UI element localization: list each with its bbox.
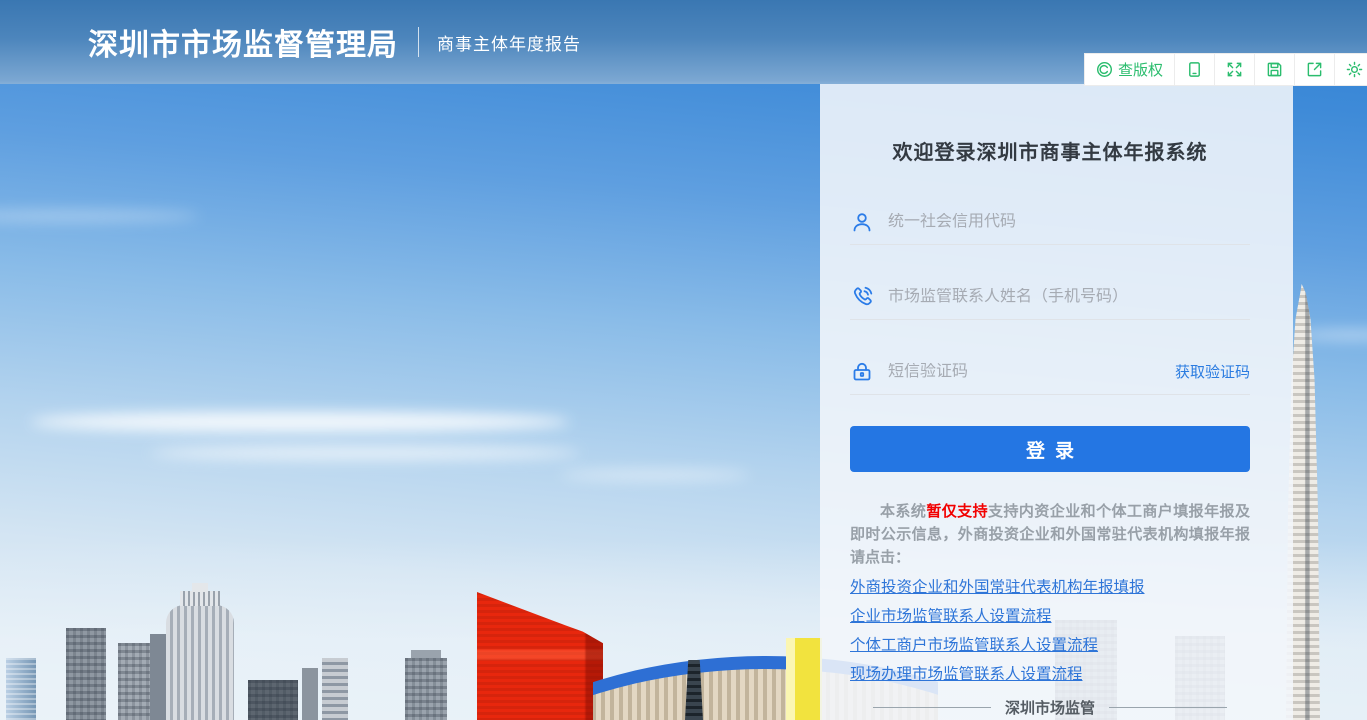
login-panel: 欢迎登录深圳市商事主体年报系统 获取验证码 xyxy=(820,84,1293,720)
fullscreen-button[interactable] xyxy=(1215,54,1255,85)
title-divider xyxy=(418,27,419,57)
cloud xyxy=(560,470,750,480)
lock-icon xyxy=(850,360,874,384)
link-enterprise-contact-setup[interactable]: 企业市场监管联系人设置流程 xyxy=(850,607,1250,627)
cloud xyxy=(0,210,200,222)
cloud xyxy=(150,446,580,460)
notice-highlight: 暂仅支持 xyxy=(926,503,988,520)
building-dark-sliver xyxy=(302,668,318,720)
accessibility-toolbar: 查版权 xyxy=(1084,53,1367,86)
building-glass-tower xyxy=(6,658,36,720)
settings-button[interactable] xyxy=(1335,54,1367,85)
notice-text: 本系统暂仅支持支持内资企业和个体工商户填报年报及即时公示信息，外商投资企业和外国… xyxy=(850,500,1250,569)
footer-divider-right xyxy=(1109,707,1227,708)
copyright-label: 查版权 xyxy=(1118,59,1163,80)
sms-code-field: 获取验证码 xyxy=(850,349,1250,395)
building-yellow-block xyxy=(786,638,822,720)
building-gray-tower-1 xyxy=(66,628,106,720)
notice-prefix: 本系统 xyxy=(880,503,926,520)
link-foreign-annual-report[interactable]: 外商投资企业和外国常驻代表机构年报填报 xyxy=(850,578,1250,598)
copyright-check-button[interactable]: 查版权 xyxy=(1085,54,1175,85)
credit-code-field xyxy=(850,199,1250,245)
cloud xyxy=(30,412,570,432)
contact-name-input[interactable] xyxy=(888,288,1250,306)
user-icon xyxy=(850,210,874,234)
building-crown-tower xyxy=(166,605,234,720)
get-code-link[interactable]: 获取验证码 xyxy=(1175,361,1250,382)
panel-footer: 深圳市场监管 xyxy=(850,697,1250,718)
building-dark-block xyxy=(248,680,298,720)
share-icon xyxy=(1306,61,1323,78)
settings-icon xyxy=(1346,61,1363,78)
building-striped-tower xyxy=(322,658,348,720)
link-onsite-contact-setup[interactable]: 现场办理市场监管联系人设置流程 xyxy=(850,665,1250,685)
save-icon xyxy=(1266,61,1283,78)
site-title: 深圳市市场监督管理局 xyxy=(88,20,398,64)
footer-label: 深圳市场监管 xyxy=(1005,697,1095,718)
contact-name-field xyxy=(850,274,1250,320)
help-links: 外商投资企业和外国常驻代表机构年报填报 企业市场监管联系人设置流程 个体工商户市… xyxy=(850,578,1250,685)
sms-code-input[interactable] xyxy=(888,363,1161,381)
building-gray-tower-2 xyxy=(118,643,152,720)
share-button[interactable] xyxy=(1295,54,1335,85)
phone-icon xyxy=(850,285,874,309)
footer-divider-left xyxy=(873,707,991,708)
site-subtitle: 商事主体年度报告 xyxy=(437,30,581,55)
credit-code-input[interactable] xyxy=(888,213,1250,231)
login-button[interactable]: 登录 xyxy=(850,426,1250,472)
copyright-icon xyxy=(1096,61,1113,78)
building-mid-tower xyxy=(405,658,447,720)
mobile-view-icon xyxy=(1186,61,1203,78)
fullscreen-icon xyxy=(1226,61,1243,78)
page: 深圳市市场监督管理局 商事主体年度报告 查版权 xyxy=(0,0,1367,720)
link-individual-contact-setup[interactable]: 个体工商户市场监管联系人设置流程 xyxy=(850,636,1250,656)
mobile-view-button[interactable] xyxy=(1175,54,1215,85)
panel-title: 欢迎登录深圳市商事主体年报系统 xyxy=(850,136,1250,165)
save-button[interactable] xyxy=(1255,54,1295,85)
